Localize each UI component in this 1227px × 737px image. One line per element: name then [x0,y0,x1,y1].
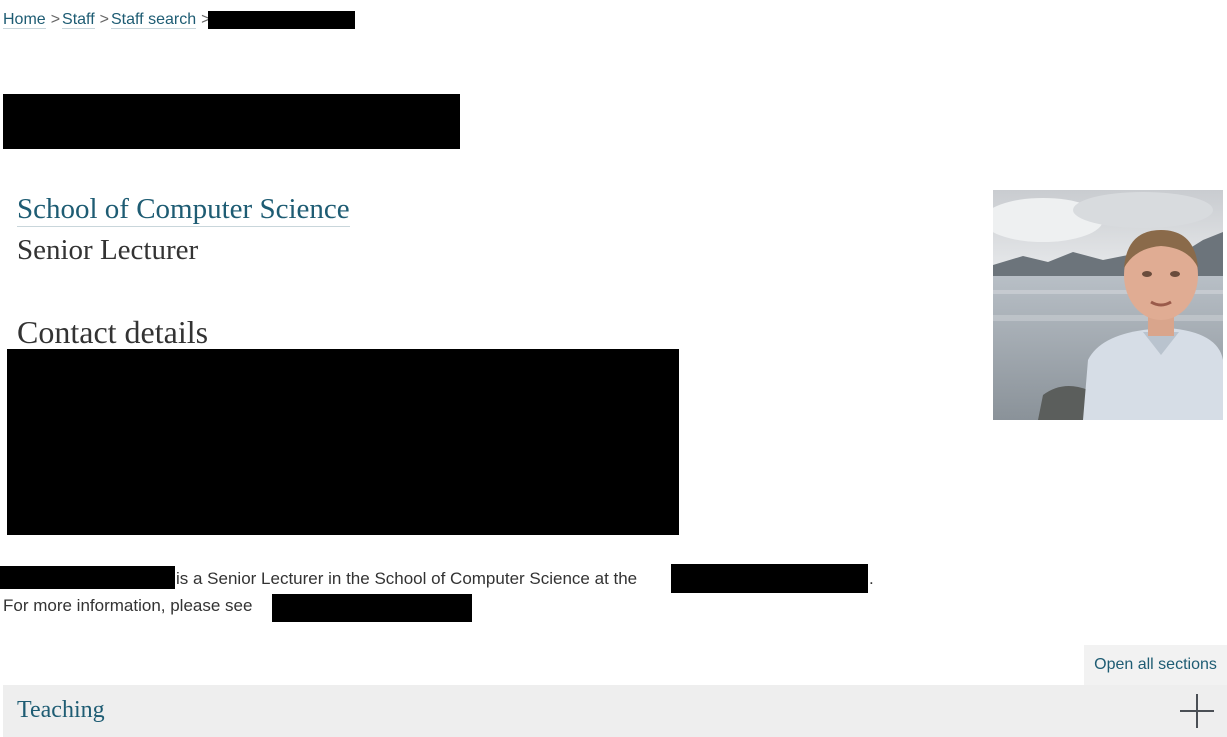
redacted-staff-name [0,566,175,589]
redacted-breadcrumb-current [208,11,355,29]
redacted-more-info-link [272,594,472,622]
breadcrumb-staff-search-link[interactable]: Staff search [111,11,197,29]
breadcrumb-separator: > [99,11,109,28]
bio-line-1-end: . [869,569,874,588]
school-link[interactable]: School of Computer Science [17,192,350,227]
contact-details-heading: Contact details [17,314,209,350]
accordion-teaching[interactable]: Teaching [3,685,1227,737]
breadcrumb: Home > Staff > Staff search > [3,11,212,29]
accordion-teaching-label: Teaching [17,697,105,723]
breadcrumb-staff-link[interactable]: Staff [62,11,95,29]
job-title: Senior Lecturer [17,234,199,266]
bio-line-2: For more information, please see [3,596,253,615]
open-all-sections-button[interactable]: Open all sections [1084,645,1227,685]
redacted-university-name [671,564,868,593]
breadcrumb-separator: > [50,11,61,28]
plus-icon[interactable] [1180,694,1214,728]
bio-line-1: is a Senior Lecturer in the School of Co… [176,569,638,588]
breadcrumb-home-link[interactable]: Home [3,11,46,29]
redacted-page-title [3,94,460,149]
profile-photo [993,190,1223,420]
redacted-contact-details [7,349,679,535]
